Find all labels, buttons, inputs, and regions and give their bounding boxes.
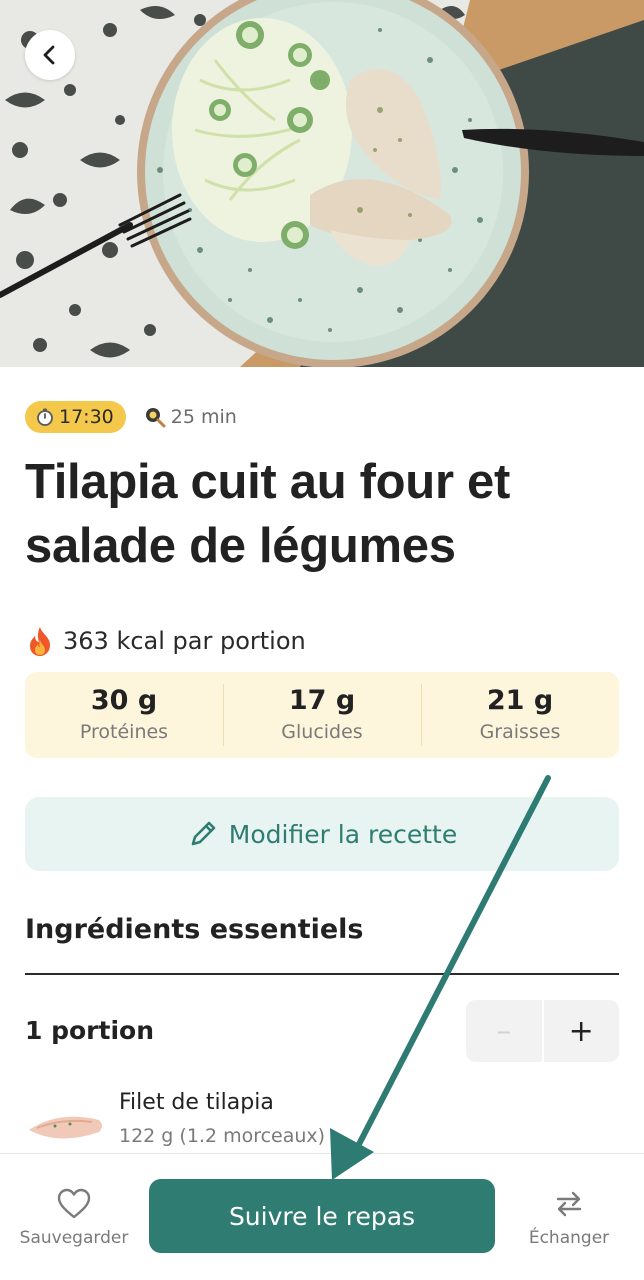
section-divider (25, 973, 619, 975)
macro-label: Glucides (281, 721, 363, 743)
tilapia-fillet-thumbnail (25, 1100, 103, 1160)
macro-value: 21 g (486, 685, 554, 716)
edit-recipe-button[interactable]: Modifier la recette (25, 797, 619, 871)
calories-text: 363 kcal par portion (63, 627, 306, 655)
macros-panel: 30 g Protéines 17 g Glucides 21 g Graiss… (25, 672, 619, 758)
time-badge: 17:30 (25, 401, 126, 433)
plate-photo (0, 0, 644, 367)
increase-portion-button[interactable]: + (543, 1000, 619, 1062)
recipe-hero-image (0, 0, 644, 367)
ingredient-name: Filet de tilapia (119, 1090, 274, 1115)
ingredient-item[interactable]: Filet de tilapia 122 g (1.2 morceaux) (25, 1086, 619, 1156)
save-button[interactable]: Sauvegarder (18, 1184, 130, 1248)
recipe-title: Tilapia cuit au four et salade de légume… (25, 450, 625, 578)
frying-pan-icon (144, 406, 166, 428)
macro-label: Graisses (479, 721, 561, 743)
ingredients-section-title: Ingrédients essentiels (25, 914, 364, 945)
decrease-portion-button[interactable]: – (466, 1000, 542, 1062)
back-button[interactable] (25, 30, 75, 80)
macro-label: Protéines (79, 721, 169, 743)
portion-stepper: – + (466, 1000, 619, 1062)
portion-count: 1 portion (25, 1016, 154, 1045)
swap-arrows-icon (554, 1184, 584, 1224)
heart-icon (56, 1184, 92, 1224)
recipe-title-line-2: salade de légumes (25, 519, 456, 573)
swap-label: Échanger (528, 1228, 610, 1248)
duration-text: 25 min (170, 406, 237, 428)
bottom-action-bar: Sauvegarder Suivre le repas Échanger (0, 1154, 644, 1280)
macro-protein: 30 g Protéines (25, 672, 223, 758)
ingredient-quantity: 122 g (1.2 morceaux) (119, 1125, 326, 1147)
edit-recipe-label: Modifier la recette (228, 819, 458, 849)
meta-row: 17:30 25 min (25, 401, 237, 433)
macro-value: 30 g (90, 685, 158, 716)
calories-row: 363 kcal par portion (25, 622, 306, 660)
cook-duration: 25 min (144, 406, 237, 428)
macro-fat: 21 g Graisses (421, 672, 619, 758)
stopwatch-icon (35, 407, 55, 427)
fire-icon (25, 625, 55, 657)
recipe-title-line-1: Tilapia cuit au four et (25, 455, 510, 509)
meal-time: 17:30 (59, 406, 114, 428)
pencil-icon (187, 818, 219, 850)
save-label: Sauvegarder (19, 1228, 129, 1248)
ingredient-text: Filet de tilapia 122 g (1.2 morceaux) (119, 1086, 325, 1156)
follow-meal-button[interactable]: Suivre le repas (149, 1179, 495, 1253)
swap-button[interactable]: Échanger (520, 1184, 618, 1248)
macro-value: 17 g (288, 685, 356, 716)
macro-carbs: 17 g Glucides (223, 672, 421, 758)
chevron-left-icon (42, 45, 58, 65)
